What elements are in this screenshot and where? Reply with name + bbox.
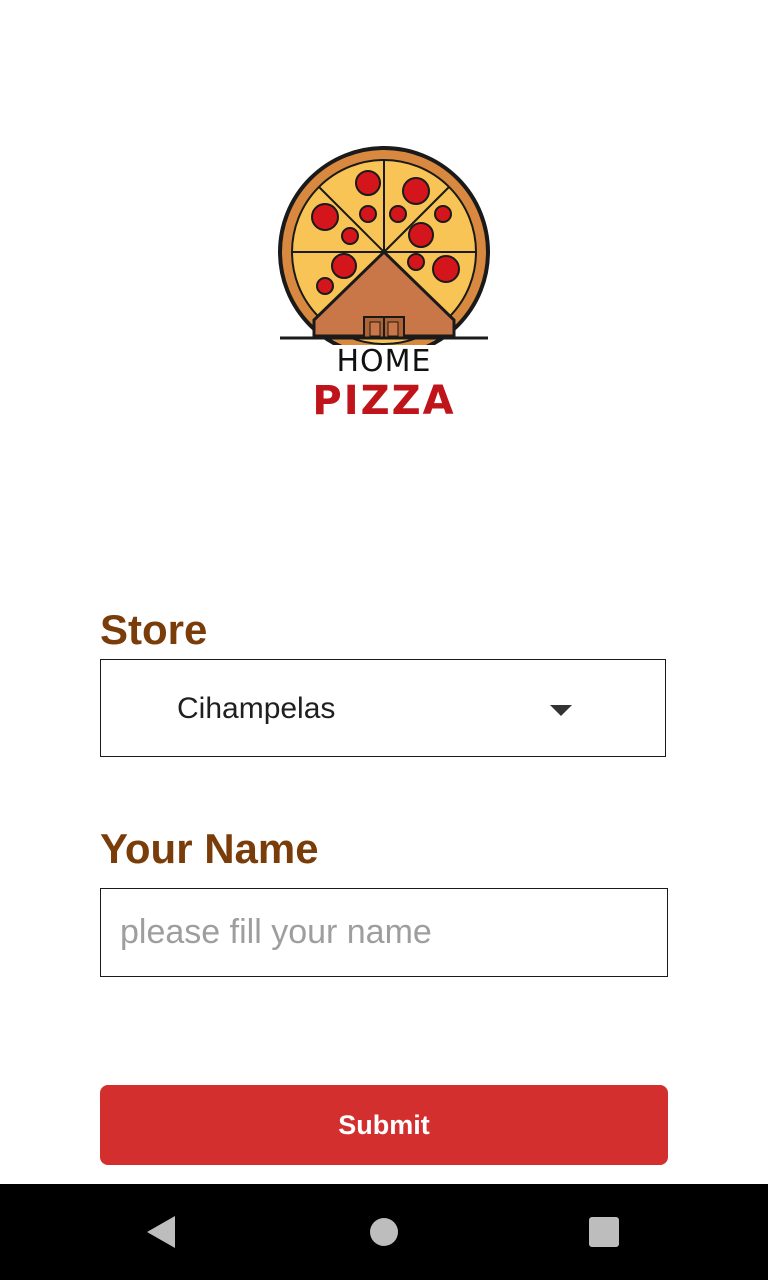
back-triangle-icon[interactable]: [147, 1216, 175, 1248]
store-label: Store: [100, 606, 208, 653]
recents-square-icon[interactable]: [589, 1217, 619, 1247]
logo-text-home: HOME: [336, 344, 432, 379]
logo-text-pizza: PIZZA: [312, 378, 456, 424]
your-name-input[interactable]: [100, 888, 668, 977]
screen: HOME PIZZA Store Cihampelas Your Name Su…: [0, 0, 768, 1280]
store-selected-value: Cihampelas: [177, 692, 336, 725]
your-name-label: Your Name: [100, 825, 319, 872]
system-navigation-bar: [0, 1184, 768, 1280]
submit-button[interactable]: Submit: [100, 1085, 668, 1165]
store-select[interactable]: Cihampelas: [100, 659, 666, 757]
pizza-house-icon: [278, 146, 490, 345]
home-circle-icon[interactable]: [370, 1218, 398, 1246]
home-pizza-logo: HOME PIZZA: [270, 140, 498, 430]
dropdown-arrow-icon: [550, 705, 572, 716]
